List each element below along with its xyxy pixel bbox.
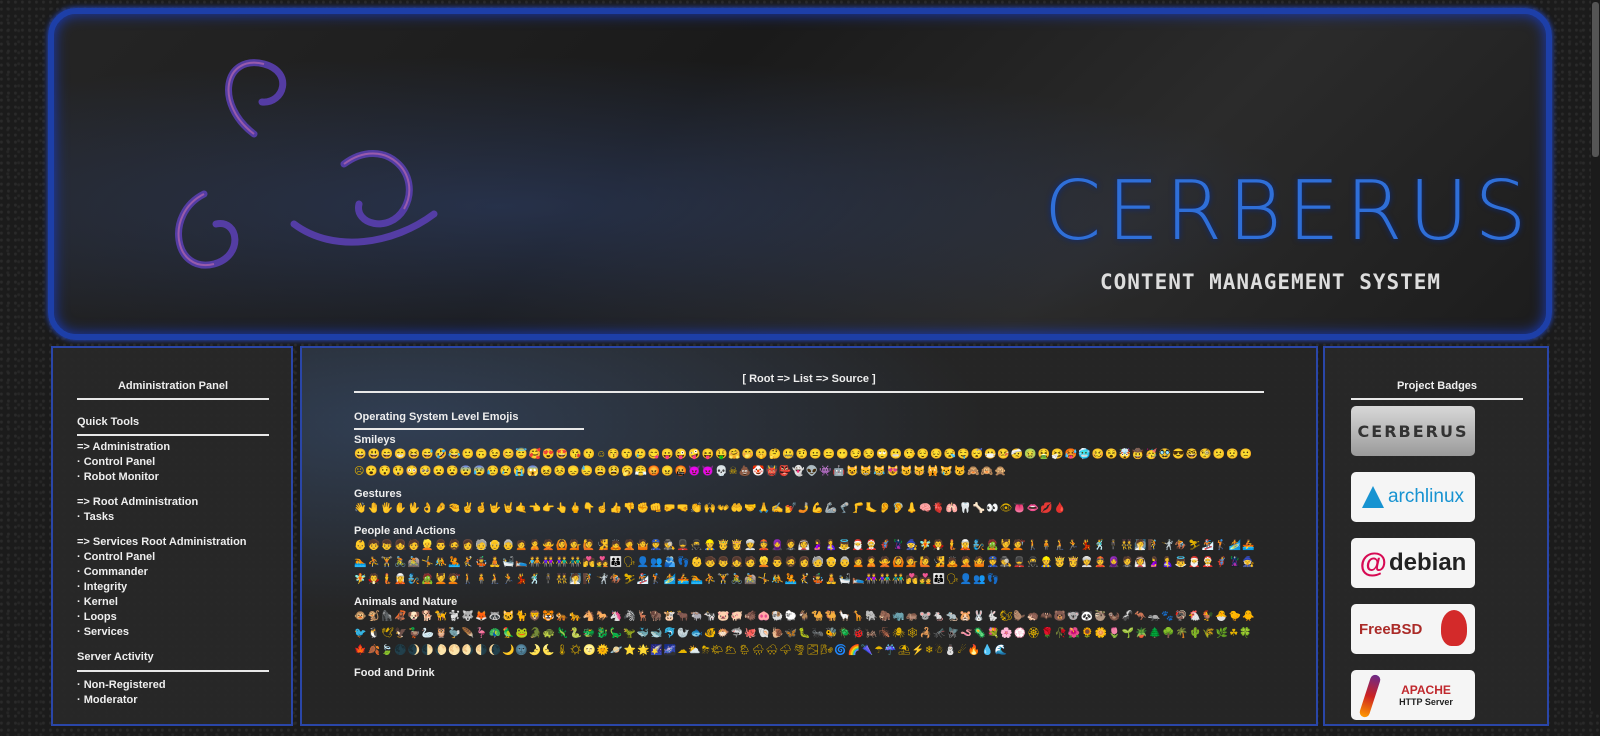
divider bbox=[77, 670, 269, 672]
category-food-and-drink: Food and Drink bbox=[354, 667, 435, 679]
breadcrumb-separator: => bbox=[777, 373, 791, 385]
emoji-list-gestures[interactable]: 👋🤚🖐✋🖖👌🤌🤏✌🤞🤟🤘🤙👈👉👆🖕👇☝👍👎✊👊🤛🤜👏🙌👐🤲🤝🙏✍💅🤳💪🦾🦿🦵🦶👂… bbox=[354, 500, 1264, 517]
badge-debian[interactable]: @ debian bbox=[1351, 538, 1475, 588]
category-animals-and-nature: Animals and Nature bbox=[354, 596, 458, 608]
emoji-list-animals[interactable]: 🐵🐒🦍🦧🐶🐕🦮🐩🐺🦊🦝🐱🐈🦁🐯🐅🐆🐴🐎🦄🦓🦌🦬🐮🐂🐃🐄🐷🐖🐗🐽🐏🐑🐐🐪🐫🦙🦒🐘🦣… bbox=[354, 608, 1264, 659]
nav-item-kernel[interactable]: · Kernel bbox=[77, 595, 269, 610]
breadcrumb-list[interactable]: List bbox=[793, 373, 813, 385]
badge-label: debian bbox=[1388, 549, 1467, 576]
divider bbox=[354, 428, 584, 430]
divider bbox=[77, 434, 269, 436]
site-banner: CERBERUS CONTENT MANAGEMENT SYSTEM bbox=[48, 8, 1552, 340]
badge-label: CERBERUS bbox=[1357, 421, 1469, 441]
main-content: [ Root => List => Source ] Operating Sys… bbox=[300, 346, 1318, 726]
project-badges-panel: Project Badges CERBERUS archlinux @ debi… bbox=[1323, 346, 1549, 726]
nav-group-services-root-administration[interactable]: => Services Root Administration bbox=[77, 535, 269, 550]
divider bbox=[77, 398, 269, 400]
badge-label: APACHE bbox=[1401, 683, 1451, 697]
section-title: Operating System Level Emojis bbox=[354, 411, 519, 423]
activity-item-moderator[interactable]: · Moderator bbox=[77, 693, 269, 708]
quick-tools-heading: Quick Tools bbox=[77, 416, 140, 428]
nav-group-administration[interactable]: => Administration bbox=[77, 440, 269, 455]
nav-item-loops[interactable]: · Loops bbox=[77, 610, 269, 625]
activity-item-non-registered[interactable]: · Non-Registered bbox=[77, 678, 269, 693]
debian-swirl-icon: @ bbox=[1359, 547, 1387, 578]
arch-logo-icon bbox=[1361, 486, 1384, 508]
breadcrumb-separator: => bbox=[815, 373, 829, 385]
admin-panel: Administration Panel Quick Tools => Admi… bbox=[51, 346, 293, 726]
brand-subtitle: CONTENT MANAGEMENT SYSTEM bbox=[1100, 270, 1442, 294]
badge-freebsd[interactable]: FreeBSD bbox=[1351, 604, 1475, 654]
badge-label: FreeBSD bbox=[1359, 620, 1423, 638]
breadcrumb: [ Root => List => Source ] bbox=[354, 370, 1264, 388]
breadcrumb-source[interactable]: Source bbox=[832, 373, 869, 385]
nav-item-control-panel[interactable]: · Control Panel bbox=[77, 550, 269, 565]
admin-panel-title: Administration Panel bbox=[117, 380, 229, 392]
breadcrumb-bracket: [ bbox=[742, 373, 746, 385]
nav-item-integrity[interactable]: · Integrity bbox=[77, 580, 269, 595]
badge-label: archlinux bbox=[1387, 486, 1465, 507]
page-scrollbar[interactable] bbox=[1591, 0, 1600, 711]
badge-cerberus[interactable]: CERBERUS bbox=[1351, 406, 1475, 456]
nav-item-commander[interactable]: · Commander bbox=[77, 565, 269, 580]
divider bbox=[1351, 398, 1523, 400]
freebsd-daemon-icon bbox=[1441, 610, 1467, 646]
category-people-and-actions: People and Actions bbox=[354, 525, 456, 537]
nav-item-robot-monitor[interactable]: · Robot Monitor bbox=[77, 470, 269, 485]
server-activity-heading: Server Activity bbox=[77, 651, 154, 663]
badge-apache[interactable]: APACHE HTTP Server bbox=[1351, 670, 1475, 720]
badge-archlinux[interactable]: archlinux bbox=[1351, 472, 1475, 522]
divider bbox=[354, 391, 1264, 393]
nav-item-control-panel[interactable]: · Control Panel bbox=[77, 455, 269, 470]
apache-feather-icon bbox=[1358, 673, 1382, 719]
category-gestures: Gestures bbox=[354, 488, 402, 500]
emoji-list-smileys[interactable]: 😀😃😄😁😆😅🤣😂🙂🙃😉😊😇🥰😍🤩😘😗☺😚😙🥲😋😛😜🤪😝🤑🤗🤭🤫🤔🤐🤨😐😑😶😏😒🙄… bbox=[354, 446, 1264, 480]
project-badges-title: Project Badges bbox=[1396, 380, 1478, 392]
triskelion-logo bbox=[175, 59, 438, 269]
breadcrumb-bracket: ] bbox=[872, 373, 876, 385]
category-smileys: Smileys bbox=[354, 434, 396, 446]
brand-title: CERBERUS bbox=[1044, 164, 1533, 259]
badge-sublabel: HTTP Server bbox=[1399, 697, 1453, 707]
nav-item-services[interactable]: · Services bbox=[77, 625, 269, 640]
emoji-list-people[interactable]: 👶🧒👦👧🧑👱👨🧔👩🧓👴👵🙍🙎🙅🙆💁🙋🧏🙇🤦🤷👮🕵💂🥷👷🤴👸👳👲🧕🤵👰🤰🤱👼🎅🤶🦸… bbox=[354, 537, 1264, 588]
nav-item-tasks[interactable]: · Tasks bbox=[77, 510, 269, 525]
breadcrumb-root[interactable]: Root bbox=[749, 373, 774, 385]
nav-group-root-administration[interactable]: => Root Administration bbox=[77, 495, 269, 510]
scrollbar-thumb[interactable] bbox=[1592, 2, 1599, 157]
